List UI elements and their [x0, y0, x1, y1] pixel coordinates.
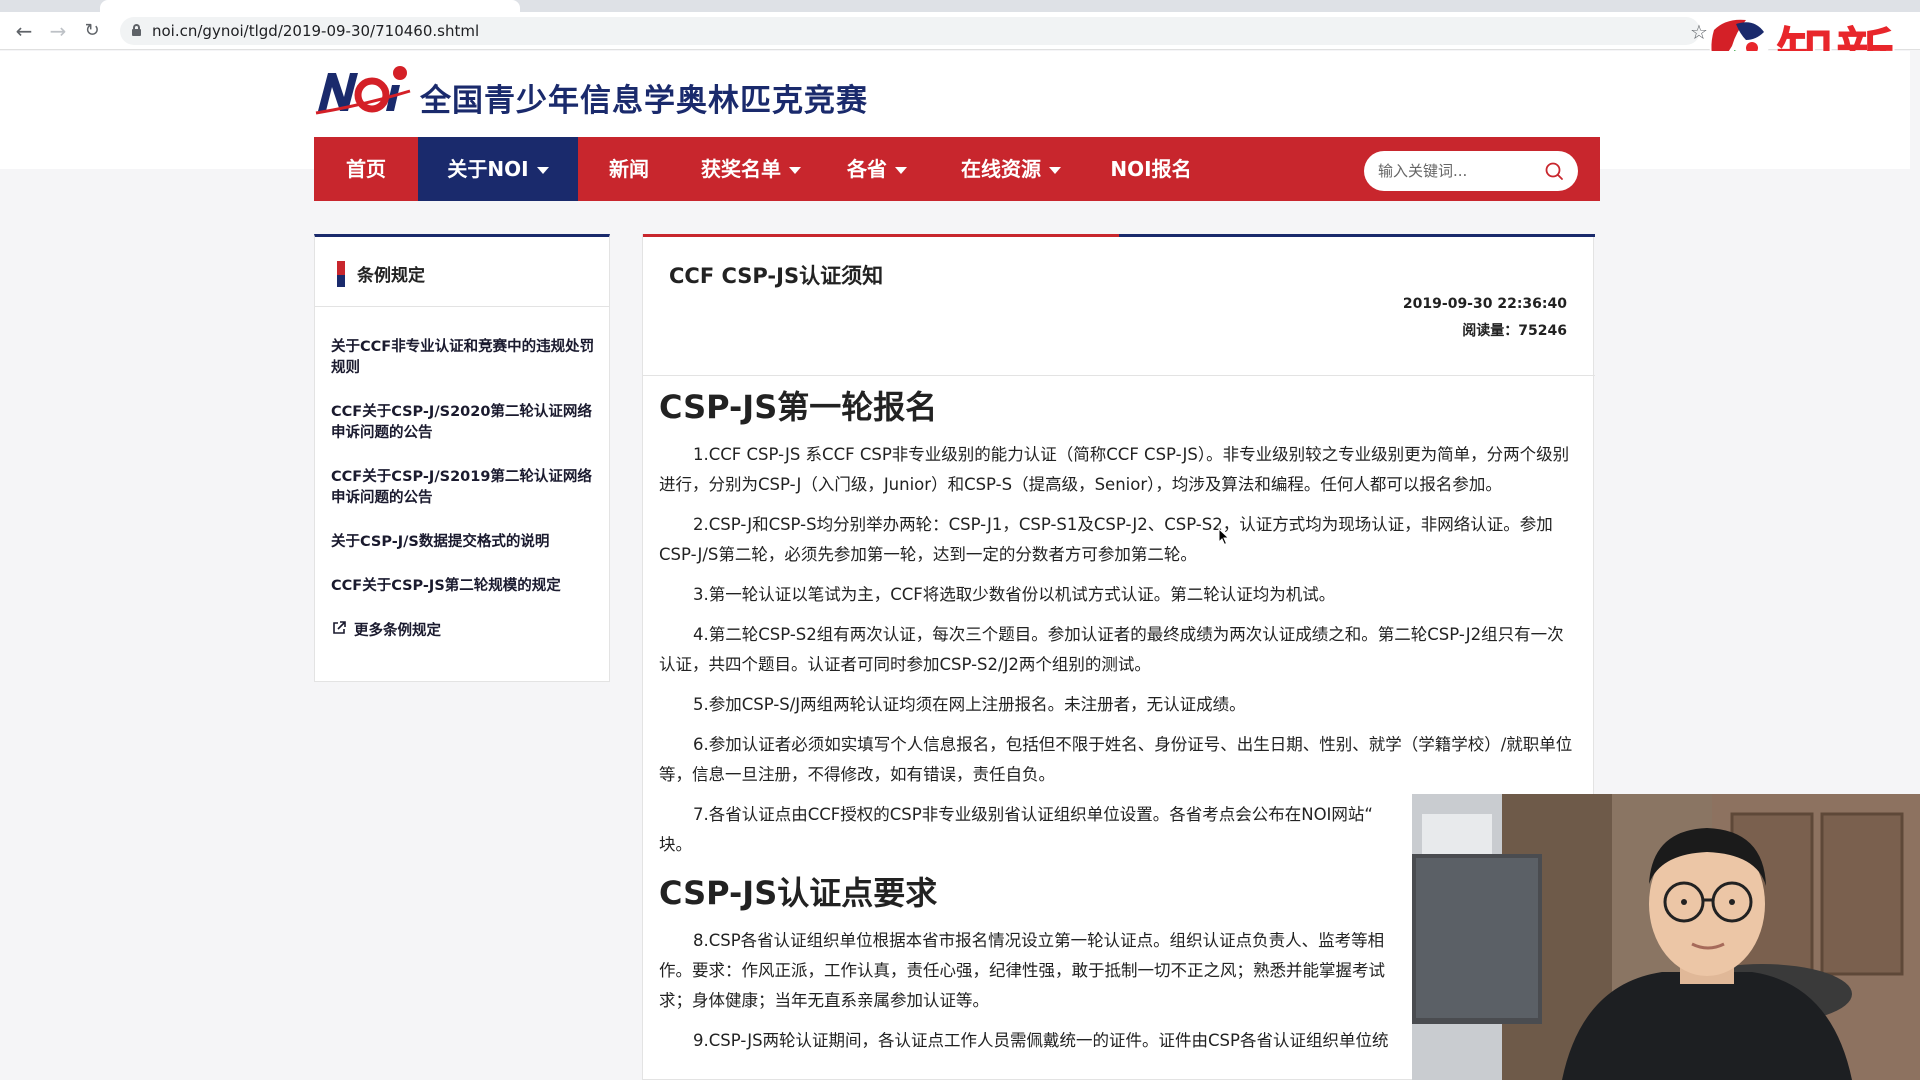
forward-icon[interactable]: →	[46, 19, 70, 43]
search-input[interactable]	[1378, 159, 1538, 183]
sidebar-link[interactable]: 关于CSP-J/S数据提交格式的说明	[331, 532, 601, 553]
paragraph: 1.CCF CSP-JS 系CCF CSP非专业级别的能力认证（简称CCF CS…	[659, 445, 1570, 494]
nav-provinces-label: 各省	[847, 157, 887, 181]
nav-awards-label: 获奖名单	[701, 157, 781, 181]
paragraph: 2.CSP-J和CSP-S均分别举办两轮：CSP-J1，CSP-S1及CSP-J…	[659, 515, 1553, 564]
browser-tab[interactable]	[100, 0, 520, 12]
paragraph: 5.参加CSP-S/J两组两轮认证均须在网上注册报名。未注册者，无认证成绩。	[693, 695, 1246, 714]
section-heading: CSP-JS第一轮报名	[659, 388, 938, 426]
paragraph: 6.参加认证者必须如实填写个人信息报名，包括但不限于姓名、身份证号、出生日期、性…	[659, 735, 1573, 784]
article-date: 2019-09-30 22:36:40	[1402, 296, 1567, 312]
divider	[643, 375, 1595, 376]
browser-tabstrip	[0, 0, 1920, 12]
sidebar-regulations: 条例规定 关于CCF非专业认证和竞赛中的违规处罚规则 CCF关于CSP-J/S2…	[314, 234, 610, 682]
webcam-presenter-image	[1412, 794, 1920, 1080]
main-navbar: 首页 关于NOI 新闻 获奖名单 各省 在线资源 NOI报名	[314, 137, 1600, 201]
sidebar-link[interactable]: CCF关于CSP-J/S2020第二轮认证网络申诉问题的公告	[331, 402, 601, 444]
address-bar[interactable]: noi.cn/gynoi/tlgd/2019-09-30/710460.shtm…	[120, 17, 1700, 45]
nav-home[interactable]: 首页	[314, 137, 418, 201]
nav-about-noi[interactable]: 关于NOI	[418, 137, 578, 201]
paragraph: 4.第二轮CSP-S2组有两次认证，每次三个题目。参加认证者的最终成绩为两次认证…	[659, 625, 1564, 674]
sidebar-link[interactable]: CCF关于CSP-JS第二轮规模的规定	[331, 576, 601, 597]
search-icon[interactable]	[1544, 161, 1564, 181]
noi-logo[interactable]	[314, 61, 414, 117]
sidebar-header: 条例规定	[315, 237, 609, 307]
nav-noi-registration[interactable]: NOI报名	[1090, 137, 1212, 201]
paragraph: 3.第一轮认证以笔试为主，CCF将选取少数省份以机试方式认证。第二轮认证均为机试…	[693, 585, 1336, 604]
nav-online-resources[interactable]: 在线资源	[932, 137, 1090, 201]
chevron-down-icon	[536, 167, 549, 174]
sidebar-link[interactable]: CCF关于CSP-J/S2019第二轮认证网络申诉问题的公告	[331, 467, 601, 509]
nav-resources-label: 在线资源	[961, 157, 1041, 181]
paragraph-text: 7.各省认证点由CCF授权的CSP非专业级别省认证组织单位设置。各省考点会公布在…	[693, 805, 1373, 824]
nav-news[interactable]: 新闻	[578, 137, 680, 201]
reload-icon[interactable]: ↻	[80, 19, 104, 43]
external-link-icon	[333, 621, 346, 634]
nav-registration-label: NOI报名	[1110, 157, 1192, 181]
browser-toolbar: ← → ↻ noi.cn/gynoi/tlgd/2019-09-30/71046…	[0, 12, 1920, 50]
mouse-cursor-icon	[1218, 528, 1230, 546]
article-title: CCF CSP-JS认证须知	[669, 264, 884, 288]
article-view-count: 阅读量：75246	[1462, 323, 1567, 339]
section-marker-icon	[337, 261, 345, 287]
sidebar-link[interactable]: 关于CCF非专业认证和竞赛中的违规处罚规则	[331, 337, 601, 379]
nav-provinces[interactable]: 各省	[822, 137, 932, 201]
lock-icon	[132, 24, 141, 36]
site-title: 全国青少年信息学奥林匹克竞赛	[420, 83, 868, 119]
nav-about-label: 关于NOI	[447, 157, 529, 181]
more-regulations-link[interactable]: 更多条例规定	[354, 619, 441, 640]
url-text[interactable]: noi.cn/gynoi/tlgd/2019-09-30/710460.shtm…	[152, 22, 479, 40]
chevron-down-icon	[789, 167, 801, 174]
back-icon[interactable]: ←	[12, 19, 36, 43]
search-box	[1364, 151, 1578, 191]
chevron-down-icon	[1049, 167, 1061, 174]
nav-news-label: 新闻	[609, 157, 649, 181]
article-topbar	[643, 234, 1595, 237]
nav-home-label: 首页	[346, 157, 386, 181]
chevron-down-icon	[895, 167, 907, 174]
sidebar-title: 条例规定	[357, 266, 425, 286]
nav-awards[interactable]: 获奖名单	[680, 137, 822, 201]
webcam-overlay	[1412, 794, 1920, 1080]
